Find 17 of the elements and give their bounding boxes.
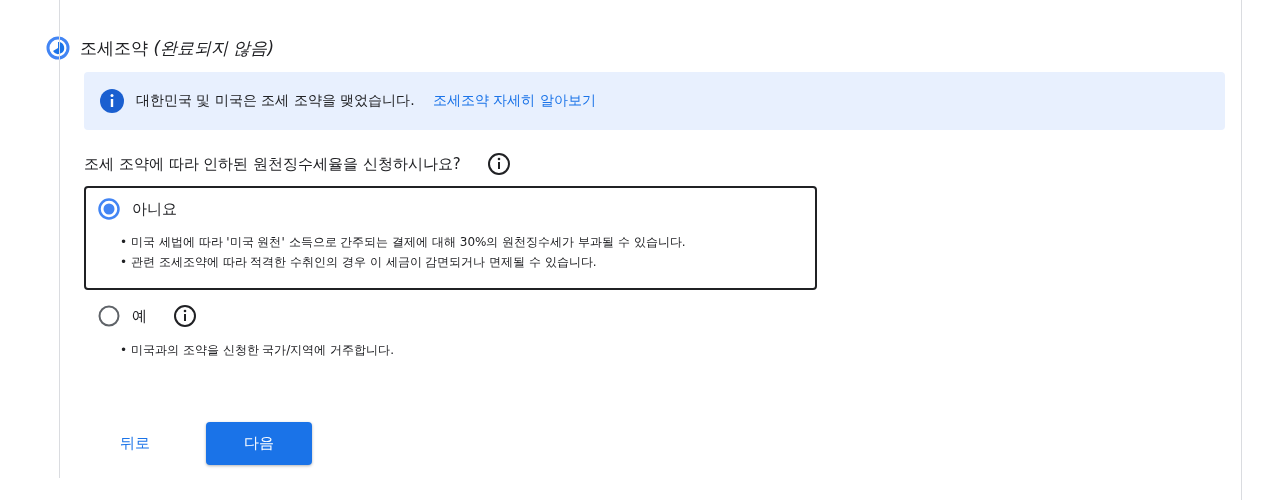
- option-label: 예: [132, 306, 147, 326]
- help-icon[interactable]: [486, 152, 511, 176]
- notice-text: 대한민국 및 미국은 조세 조약을 맺었습니다.: [136, 92, 415, 110]
- radio-button[interactable]: [98, 198, 120, 220]
- option-label: 아니요: [132, 199, 177, 219]
- back-button[interactable]: 뒤로: [120, 426, 150, 461]
- learn-more-link[interactable]: 조세조약 자세히 알아보기: [432, 92, 596, 110]
- radio-button[interactable]: [98, 305, 120, 327]
- step-title: 조세조약 (완료되지 않음): [80, 36, 275, 60]
- step-progress-icon: [46, 36, 70, 60]
- next-button[interactable]: 다음: [206, 422, 312, 465]
- bullet-text: • 관련 조세조약에 따라 적격한 수취인의 경우 이 세금이 감면되거나 면제될 수 있습니다.: [120, 254, 597, 271]
- help-icon[interactable]: [173, 304, 197, 328]
- bullet-text: • 미국과의 조약을 신청한 국가/지역에 거주합니다.: [120, 342, 394, 359]
- bullet-text: • 미국 세법에 따라 '미국 원천' 소득으로 간주되는 결제에 대해 30%의 원천징수세가 부과될 수 있습니다.: [120, 234, 686, 251]
- question-text: 조세 조약에 따라 인하된 원천징수세율을 신청하시나요?: [84, 154, 461, 174]
- info-icon: [100, 89, 124, 113]
